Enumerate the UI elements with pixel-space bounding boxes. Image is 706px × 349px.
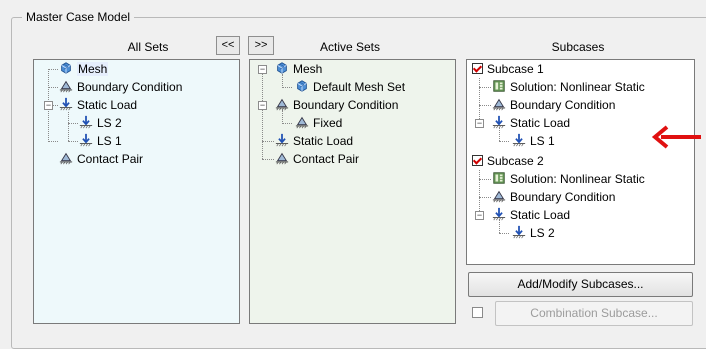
subcase-1-boundary-condition[interactable]: Boundary Condition bbox=[491, 96, 615, 114]
static-load-icon bbox=[78, 115, 94, 129]
solution-icon bbox=[491, 171, 507, 185]
combination-subcase-button[interactable]: Combination Subcase... bbox=[495, 301, 693, 326]
subcase-1-static-load[interactable]: Static Load bbox=[491, 114, 570, 132]
active-sets-label: Active Sets bbox=[319, 40, 381, 54]
collapse-static-load[interactable]: − bbox=[44, 101, 53, 110]
collapse-subcase2-static-load[interactable]: − bbox=[475, 211, 484, 220]
tree-item-boundary-condition[interactable]: Boundary Condition bbox=[58, 78, 182, 96]
collapse-mesh[interactable]: − bbox=[258, 65, 267, 74]
subcase-2-static-load[interactable]: Static Load bbox=[491, 206, 570, 224]
subcase-1-solution[interactable]: Solution: Nonlinear Static bbox=[491, 78, 645, 96]
boundary-condition-icon bbox=[491, 189, 507, 203]
combination-checkbox[interactable] bbox=[472, 307, 483, 318]
collapse-boundary-condition[interactable]: − bbox=[258, 101, 267, 110]
active-item-boundary-condition[interactable]: Boundary Condition bbox=[274, 96, 398, 114]
subcase-2-solution[interactable]: Solution: Nonlinear Static bbox=[491, 170, 645, 188]
static-load-icon bbox=[491, 207, 507, 221]
add-modify-subcases-button[interactable]: Add/Modify Subcases... bbox=[468, 272, 693, 297]
move-left-button[interactable]: << bbox=[216, 36, 240, 55]
static-load-icon bbox=[511, 133, 527, 147]
subcase-1-checkbox[interactable] bbox=[472, 63, 483, 74]
active-item-static-load[interactable]: Static Load bbox=[274, 132, 353, 150]
group-title: Master Case Model bbox=[22, 10, 135, 24]
tree-item-mesh[interactable]: Mesh bbox=[58, 60, 109, 78]
subcase-1[interactable]: Subcase 1 bbox=[472, 60, 544, 78]
subcase-2-checkbox[interactable] bbox=[472, 155, 483, 166]
mesh-icon bbox=[58, 61, 74, 75]
subcase-2[interactable]: Subcase 2 bbox=[472, 152, 544, 170]
active-item-default-mesh-set[interactable]: Default Mesh Set bbox=[294, 78, 405, 96]
static-load-icon bbox=[511, 225, 527, 239]
boundary-condition-icon bbox=[58, 79, 74, 93]
mesh-icon bbox=[294, 79, 310, 93]
static-load-icon bbox=[58, 97, 74, 111]
static-load-icon bbox=[491, 115, 507, 129]
boundary-condition-icon bbox=[491, 97, 507, 111]
subcase-2-boundary-condition[interactable]: Boundary Condition bbox=[491, 188, 615, 206]
subcases-label: Subcases bbox=[551, 40, 605, 54]
static-load-icon bbox=[274, 133, 290, 147]
collapse-subcase1-static-load[interactable]: − bbox=[475, 119, 484, 128]
mesh-icon bbox=[274, 61, 290, 75]
solution-icon bbox=[491, 79, 507, 93]
move-right-button[interactable]: >> bbox=[248, 36, 274, 55]
active-item-contact-pair[interactable]: Contact Pair bbox=[274, 150, 359, 168]
active-item-fixed[interactable]: Fixed bbox=[294, 114, 342, 132]
static-load-icon bbox=[78, 133, 94, 147]
tree-item-ls1[interactable]: LS 1 bbox=[78, 132, 122, 150]
boundary-condition-icon bbox=[274, 97, 290, 111]
boundary-condition-icon bbox=[294, 115, 310, 129]
subcase-1-ls[interactable]: LS 1 bbox=[511, 132, 555, 150]
active-item-mesh[interactable]: Mesh bbox=[274, 60, 322, 78]
active-sets-tree[interactable]: − − Mesh Default Mesh Set Boundary Condi… bbox=[249, 59, 456, 324]
contact-pair-icon bbox=[274, 151, 290, 165]
all-sets-tree[interactable]: − Mesh Boundary Condition Static Load LS… bbox=[33, 59, 240, 324]
all-sets-label: All Sets bbox=[127, 40, 169, 54]
contact-pair-icon bbox=[58, 151, 74, 165]
tree-item-ls2[interactable]: LS 2 bbox=[78, 114, 122, 132]
subcases-tree[interactable]: − − Subcase 1 Solution: Nonlinear Static… bbox=[466, 59, 695, 265]
subcase-2-ls[interactable]: LS 2 bbox=[511, 224, 555, 242]
tree-item-contact-pair[interactable]: Contact Pair bbox=[58, 150, 143, 168]
tree-item-static-load[interactable]: Static Load bbox=[58, 96, 137, 114]
red-arrow-icon bbox=[651, 125, 701, 149]
